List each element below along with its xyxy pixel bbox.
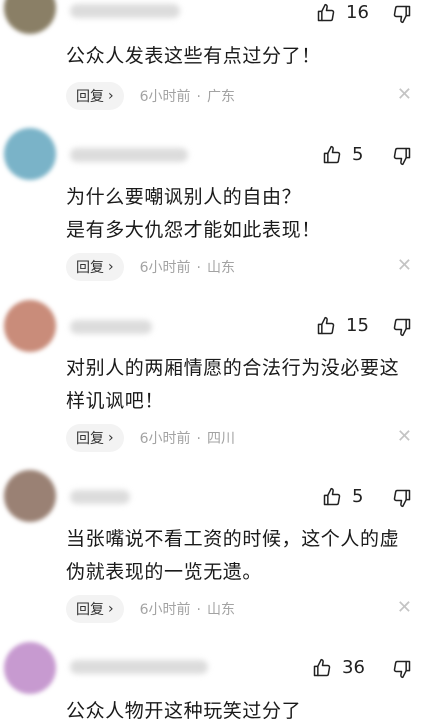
- comment-line: 样讥讽吧！: [66, 390, 165, 412]
- comment-line: 为什么要嘲讽别人的自由？: [66, 186, 302, 208]
- thumbs-up-icon: [316, 3, 336, 23]
- like-count: 36: [342, 657, 365, 678]
- reply-button[interactable]: 回复 ›: [66, 595, 124, 623]
- avatar[interactable]: [4, 470, 56, 522]
- comment-time: 6小时前: [139, 260, 191, 276]
- comment-line: 是有多大仇怨才能如此表现！: [66, 219, 321, 241]
- comment-location: 山东: [206, 260, 235, 276]
- comment-line: 当张嘴说不看工资的时候，这个人的虚: [66, 528, 400, 550]
- comment-line: 伪就表现的一览无遗。: [66, 561, 263, 583]
- comment-location: 广东: [206, 89, 235, 105]
- avatar[interactable]: [4, 642, 56, 694]
- comment-time: 6小时前: [139, 89, 191, 105]
- comment-time: 6小时前: [139, 431, 191, 447]
- time-location: 6小时前 · 广东: [139, 89, 235, 105]
- reply-label: 回复: [76, 260, 104, 276]
- time-location: 6小时前 · 四川: [139, 431, 235, 447]
- reply-button[interactable]: 回复 ›: [66, 424, 124, 452]
- like-button[interactable]: 36: [312, 657, 365, 678]
- thumbs-up-icon: [312, 658, 332, 678]
- comment-meta: 回复 › 6小时前 · 广东: [66, 82, 235, 110]
- thumbs-up-icon: [322, 487, 342, 507]
- thumbs-up-icon: [322, 145, 342, 165]
- comment-location: 山东: [206, 602, 235, 618]
- close-icon[interactable]: ✕: [397, 257, 412, 275]
- comment-time: 6小时前: [139, 602, 191, 618]
- close-icon[interactable]: ✕: [397, 599, 412, 617]
- thumbs-down-icon[interactable]: [392, 488, 412, 512]
- username-blurred[interactable]: [70, 490, 130, 504]
- avatar[interactable]: [4, 300, 56, 352]
- reply-button[interactable]: 回复 ›: [66, 82, 124, 110]
- thumbs-down-icon[interactable]: [392, 4, 412, 28]
- time-location: 6小时前 · 山东: [139, 602, 235, 618]
- reply-button[interactable]: 回复 ›: [66, 253, 124, 281]
- comment-text: 对别人的两厢情愿的合法行为没必要这 样讥讽吧！: [66, 352, 422, 418]
- like-count: 16: [346, 2, 369, 23]
- chevron-right-icon: ›: [108, 601, 114, 617]
- comment-meta: 回复 › 6小时前 · 山东: [66, 253, 235, 281]
- comment-text: 当张嘴说不看工资的时候，这个人的虚 伪就表现的一览无遗。: [66, 523, 422, 589]
- chevron-right-icon: ›: [108, 259, 114, 275]
- username-blurred[interactable]: [70, 660, 208, 674]
- like-button[interactable]: 5: [322, 144, 363, 165]
- comment-text: 公众人发表这些有点过分了！: [66, 40, 422, 73]
- time-location: 6小时前 · 山东: [139, 260, 235, 276]
- comment-text: 为什么要嘲讽别人的自由？ 是有多大仇怨才能如此表现！: [66, 181, 422, 247]
- reply-label: 回复: [76, 431, 104, 447]
- thumbs-down-icon[interactable]: [392, 146, 412, 170]
- chevron-right-icon: ›: [108, 430, 114, 446]
- thumbs-down-icon[interactable]: [392, 317, 412, 341]
- comment-line: 对别人的两厢情愿的合法行为没必要这: [66, 357, 400, 379]
- comment-meta: 回复 › 6小时前 · 山东: [66, 595, 235, 623]
- comment-line: 公众人发表这些有点过分了！: [66, 45, 321, 67]
- close-icon[interactable]: ✕: [397, 86, 412, 104]
- comment-text: 公众人物开这种玩笑过分了: [66, 695, 422, 728]
- like-count: 5: [352, 486, 364, 507]
- like-button[interactable]: 5: [322, 486, 363, 507]
- comment-line: 公众人物开这种玩笑过分了: [66, 700, 302, 722]
- like-button[interactable]: 16: [316, 2, 369, 23]
- chevron-right-icon: ›: [108, 88, 114, 104]
- username-blurred[interactable]: [70, 4, 180, 18]
- like-count: 15: [346, 315, 369, 336]
- thumbs-up-icon: [316, 316, 336, 336]
- username-blurred[interactable]: [70, 320, 152, 334]
- thumbs-down-icon[interactable]: [392, 659, 412, 683]
- username-blurred[interactable]: [70, 148, 188, 162]
- avatar[interactable]: [4, 0, 56, 34]
- comment-location: 四川: [206, 431, 235, 447]
- avatar[interactable]: [4, 128, 56, 180]
- like-count: 5: [352, 144, 364, 165]
- like-button[interactable]: 15: [316, 315, 369, 336]
- comment-meta: 回复 › 6小时前 · 四川: [66, 424, 235, 452]
- close-icon[interactable]: ✕: [397, 428, 412, 446]
- reply-label: 回复: [76, 89, 104, 105]
- reply-label: 回复: [76, 602, 104, 618]
